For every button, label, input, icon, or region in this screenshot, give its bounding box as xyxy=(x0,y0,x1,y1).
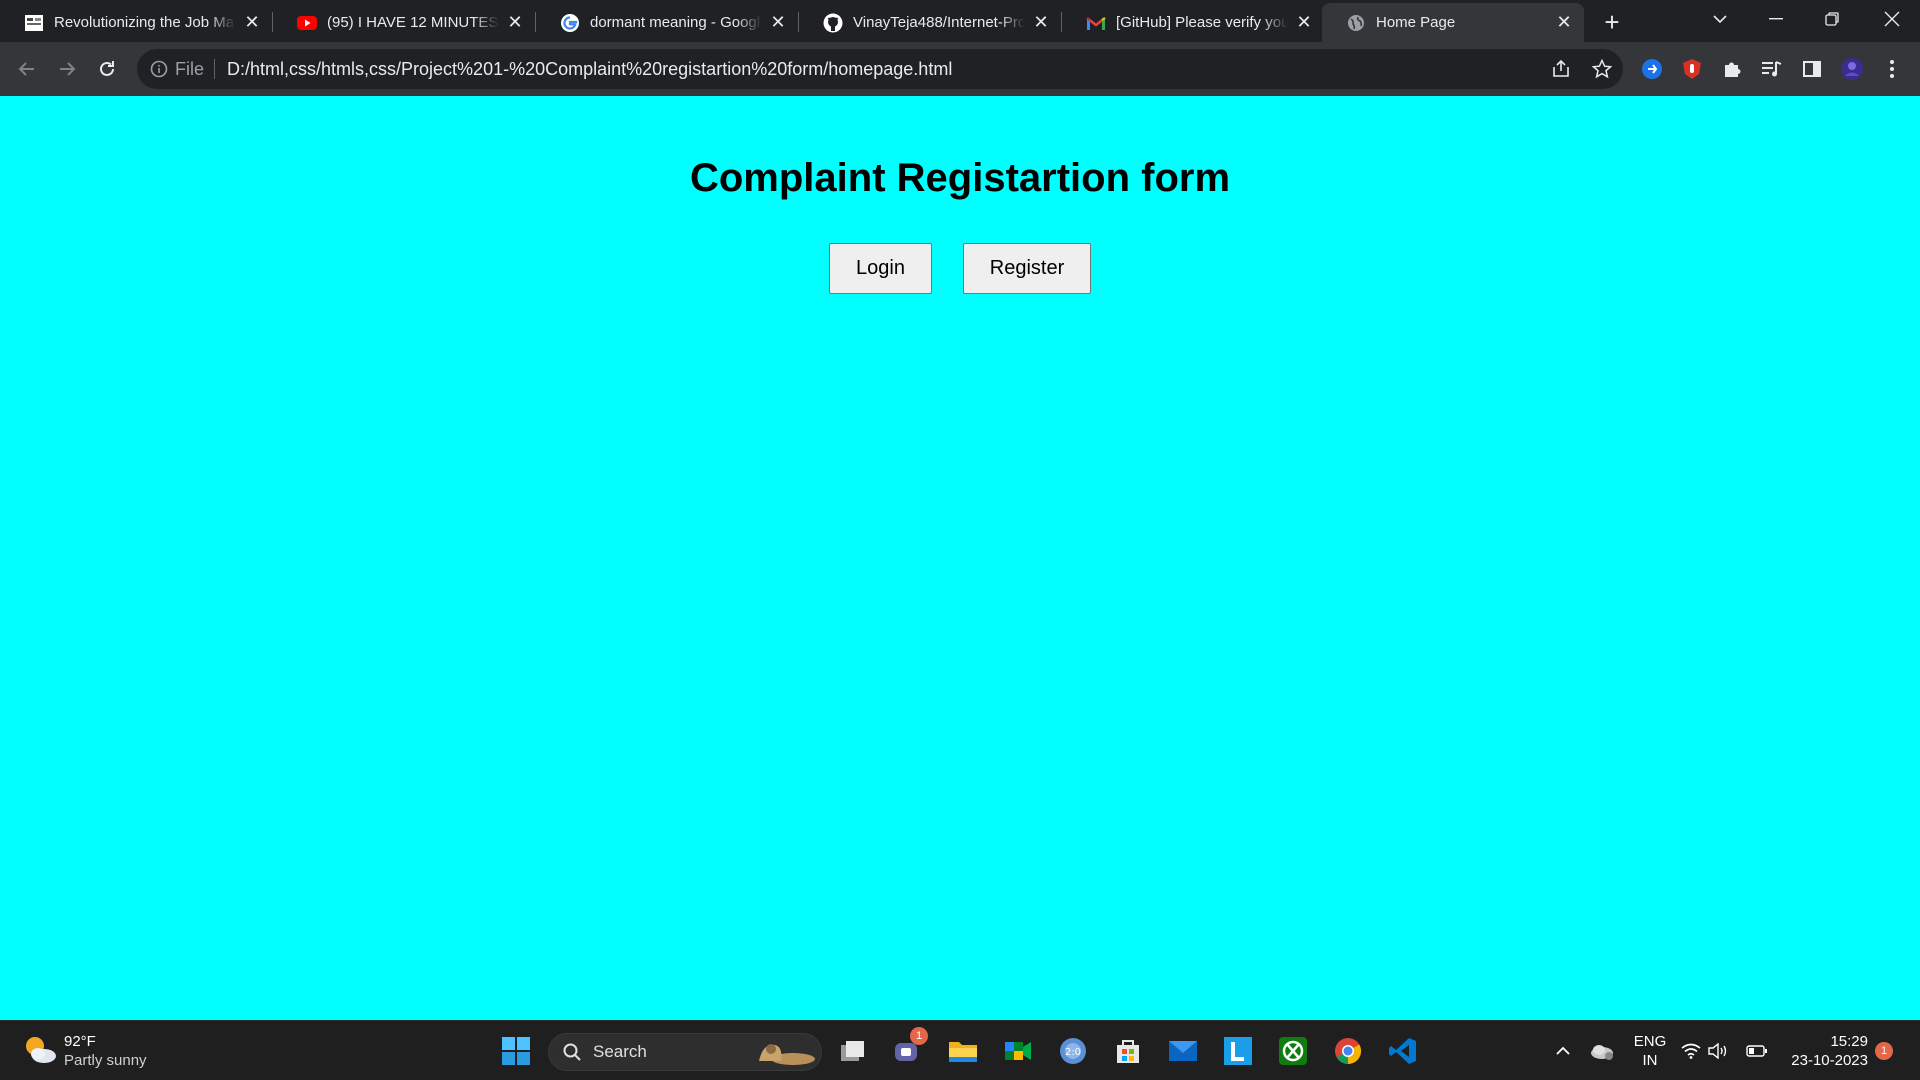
taskbar: 92°F Partly sunny Search 1 2:0 ENG IN 15… xyxy=(0,1020,1920,1080)
youtube-icon xyxy=(297,13,317,33)
tab-title: Home Page xyxy=(1376,14,1456,31)
extension-blue-icon[interactable] xyxy=(1637,54,1667,84)
bookmark-star-icon[interactable] xyxy=(1592,59,1612,79)
tab-home-page[interactable]: Home Page ✕ xyxy=(1322,3,1584,42)
close-icon[interactable]: ✕ xyxy=(768,12,788,33)
minimize-icon xyxy=(1769,18,1783,20)
extension-red-icon[interactable] xyxy=(1677,54,1707,84)
svg-text:2:0: 2:0 xyxy=(1065,1047,1081,1058)
reload-button[interactable] xyxy=(92,54,122,84)
xbox-icon[interactable] xyxy=(1275,1033,1311,1069)
photos-icon[interactable]: 2:0 xyxy=(1055,1033,1091,1069)
close-icon xyxy=(1884,11,1900,27)
windows-icon xyxy=(502,1037,530,1065)
back-button[interactable] xyxy=(12,54,42,84)
url-text[interactable]: D:/html,css/htmls,css/Project%201-%20Com… xyxy=(227,59,952,80)
tab-title: [GitHub] Please verify your xyxy=(1116,14,1288,31)
clock-date: 23-10-2023 xyxy=(1791,1052,1868,1069)
tab-title: Revolutionizing the Job Ma xyxy=(54,14,235,31)
close-icon[interactable]: ✕ xyxy=(1554,12,1574,33)
login-button[interactable]: Login xyxy=(829,243,932,294)
browser-toolbar: File D:/html,css/htmls,css/Project%201-%… xyxy=(0,42,1920,96)
search-highlight-icon xyxy=(759,1044,815,1065)
close-window-button[interactable] xyxy=(1864,0,1920,38)
media-controls-icon[interactable] xyxy=(1757,54,1787,84)
tab-title: dormant meaning - Google xyxy=(590,14,762,31)
back-arrow-icon xyxy=(18,62,34,76)
vscode-icon[interactable] xyxy=(1385,1033,1421,1069)
notification-badge[interactable]: 1 xyxy=(1875,1042,1893,1060)
new-tab-button[interactable]: + xyxy=(1598,7,1626,37)
meet-icon[interactable] xyxy=(1000,1033,1036,1069)
wifi-icon[interactable] xyxy=(1678,1033,1704,1069)
minimize-button[interactable] xyxy=(1748,0,1804,38)
news-site-icon xyxy=(24,13,44,33)
chevron-down-icon xyxy=(1713,15,1727,24)
scheme-label: File xyxy=(175,58,205,79)
github-icon xyxy=(823,13,843,33)
file-explorer-icon[interactable] xyxy=(945,1033,981,1069)
address-bar[interactable]: File D:/html,css/htmls,css/Project%201-%… xyxy=(137,49,1623,89)
extensions-puzzle-icon[interactable] xyxy=(1717,54,1747,84)
tab-search-button[interactable] xyxy=(1692,0,1748,38)
page-title: Complaint Registartion form xyxy=(689,156,1231,200)
tab-title: (95) I HAVE 12 MINUTES TO xyxy=(327,14,499,31)
tab-revolutionizing[interactable]: Revolutionizing the Job Ma ✕ xyxy=(0,3,272,42)
task-view-icon[interactable] xyxy=(835,1033,871,1069)
teams-chat-icon[interactable]: 1 xyxy=(890,1027,928,1069)
forward-arrow-icon xyxy=(60,62,76,76)
close-icon[interactable]: ✕ xyxy=(242,12,262,33)
page-content: Complaint Registartion form Login Regist… xyxy=(0,96,1920,1020)
weather-temperature: 92°F xyxy=(64,1033,96,1050)
tab-youtube[interactable]: (95) I HAVE 12 MINUTES TO ✕ xyxy=(273,3,535,42)
volume-icon[interactable] xyxy=(1705,1033,1731,1069)
close-icon[interactable]: ✕ xyxy=(1031,12,1051,33)
tab-google[interactable]: dormant meaning - Google ✕ xyxy=(536,3,798,42)
restore-button[interactable] xyxy=(1804,0,1860,38)
chrome-icon[interactable] xyxy=(1330,1033,1366,1069)
globe-icon xyxy=(1346,13,1366,33)
close-icon[interactable]: ✕ xyxy=(505,12,525,33)
onedrive-icon[interactable] xyxy=(1584,1033,1620,1069)
close-icon[interactable]: ✕ xyxy=(1294,12,1314,33)
weather-icon[interactable] xyxy=(22,1033,58,1067)
google-icon xyxy=(560,13,580,33)
weather-condition: Partly sunny xyxy=(64,1052,147,1069)
menu-icon[interactable] xyxy=(1877,54,1907,84)
side-panel-icon[interactable] xyxy=(1797,54,1827,84)
reload-icon xyxy=(100,61,114,76)
restore-icon xyxy=(1825,12,1839,26)
clock-time: 15:29 xyxy=(1830,1033,1868,1050)
start-button[interactable] xyxy=(498,1033,534,1069)
microsoft-store-icon[interactable] xyxy=(1110,1033,1146,1069)
keyboard-region: IN xyxy=(1642,1052,1658,1069)
clock[interactable]: 15:29 23-10-2023 xyxy=(1776,1032,1868,1070)
mail-icon[interactable] xyxy=(1165,1033,1201,1069)
battery-icon[interactable] xyxy=(1744,1033,1770,1069)
search-icon xyxy=(563,1043,581,1061)
search-label: Search xyxy=(593,1042,647,1061)
tab-gmail[interactable]: [GitHub] Please verify your ✕ xyxy=(1062,3,1324,42)
info-icon[interactable] xyxy=(149,59,169,79)
forward-button[interactable] xyxy=(52,54,82,84)
tab-strip: Revolutionizing the Job Ma ✕ (95) I HAVE… xyxy=(0,0,1920,42)
chevron-up-icon[interactable] xyxy=(1545,1033,1581,1069)
profile-avatar[interactable] xyxy=(1837,54,1867,84)
share-icon[interactable] xyxy=(1551,59,1571,79)
language-code: ENG xyxy=(1633,1033,1667,1050)
teams-badge: 1 xyxy=(910,1027,928,1045)
taskbar-search[interactable]: Search xyxy=(548,1033,822,1071)
register-button[interactable]: Register xyxy=(963,243,1091,294)
tab-title: VinayTeja488/Internet-Prog xyxy=(853,14,1025,31)
address-divider xyxy=(214,59,216,79)
gmail-icon xyxy=(1086,13,1106,33)
tab-github-repo[interactable]: VinayTeja488/Internet-Prog ✕ xyxy=(799,3,1061,42)
language-indicator[interactable]: ENG IN xyxy=(1628,1032,1672,1070)
app-l-icon[interactable] xyxy=(1220,1033,1256,1069)
